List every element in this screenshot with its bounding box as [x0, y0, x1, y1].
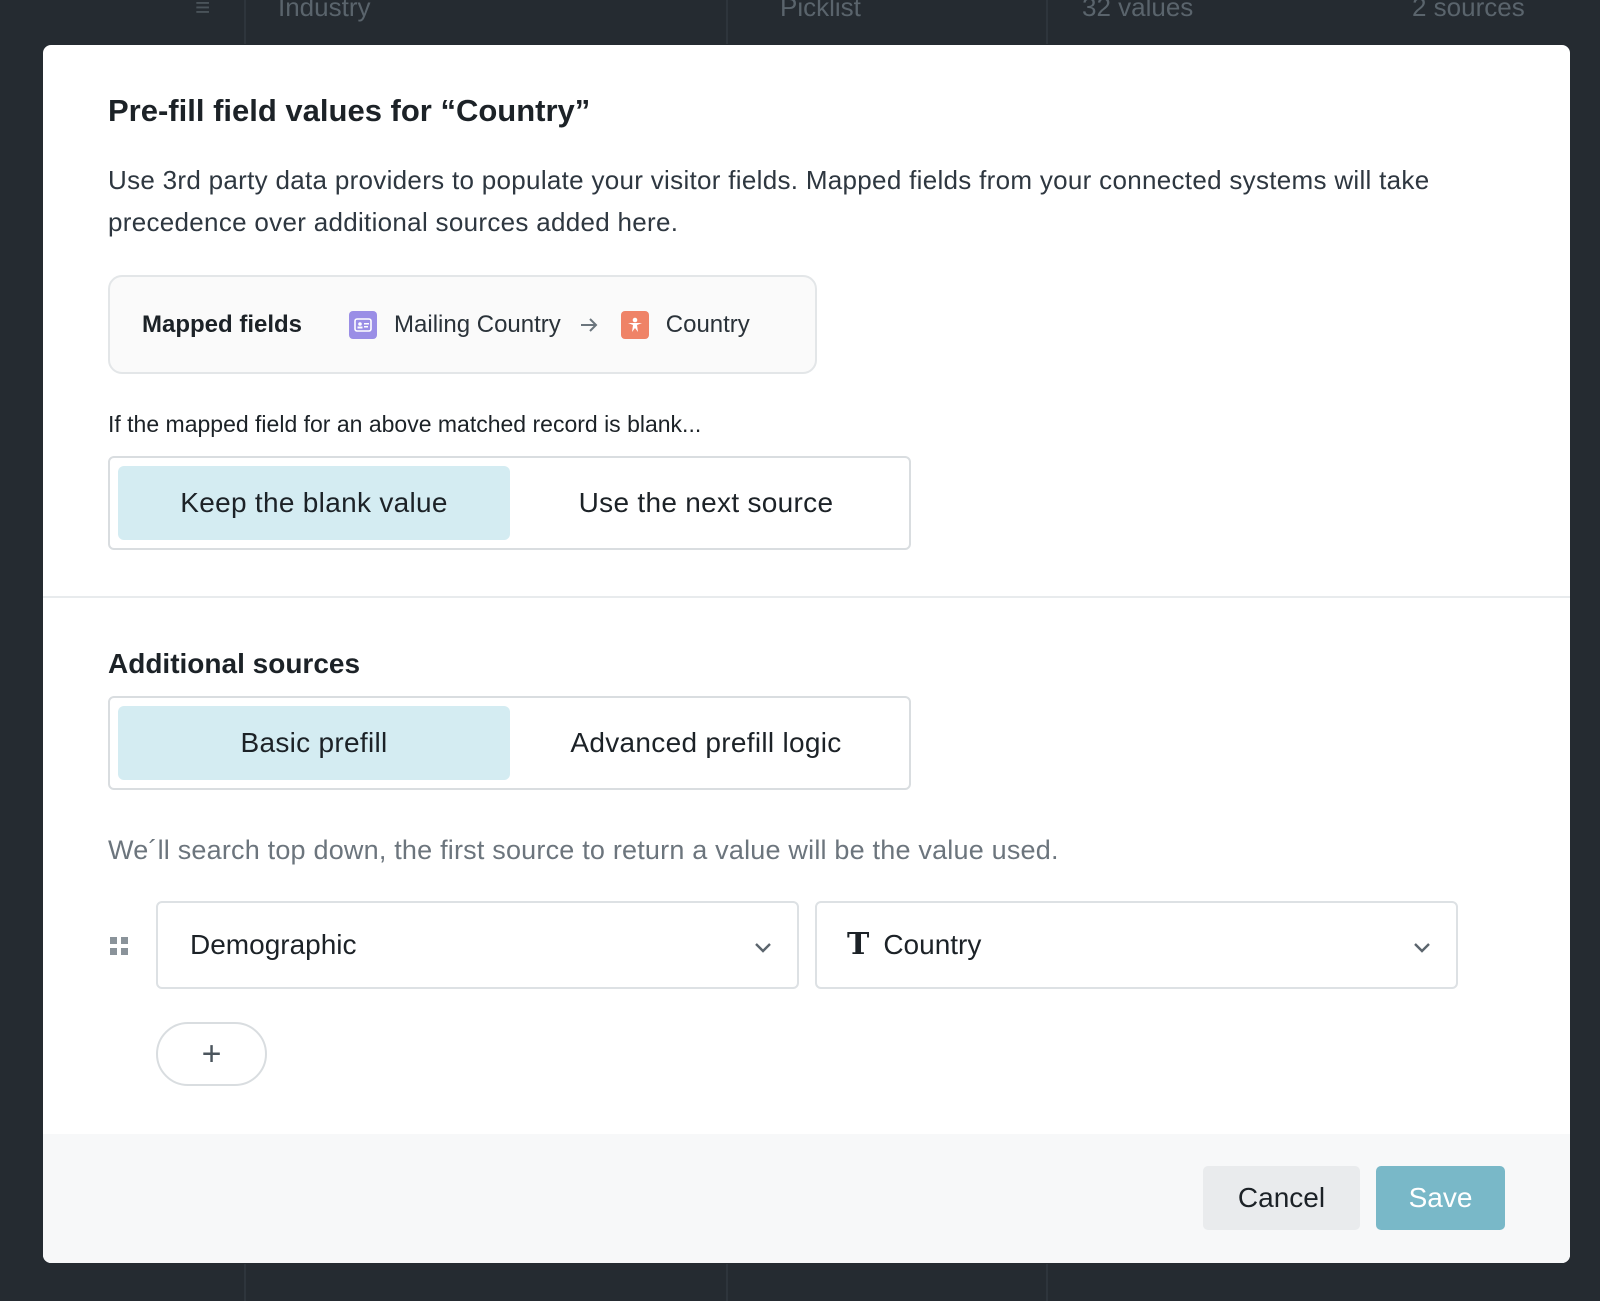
additional-sources-title: Additional sources: [108, 648, 361, 679]
save-button[interactable]: Save: [1376, 1166, 1505, 1230]
column-divider: [244, 1264, 246, 1301]
column-divider: [244, 0, 246, 44]
background-table-row: ≡ Industry Picklist 32 values 2 sources: [0, 0, 1600, 44]
column-divider: [1046, 0, 1048, 44]
modal-footer: Cancel Save: [43, 1134, 1570, 1263]
person-icon: [620, 310, 649, 339]
modal-description: Use 3rd party data providers to populate…: [108, 165, 1430, 237]
background-field-type: Picklist: [780, 0, 861, 22]
mapped-destination-field: Country: [665, 310, 750, 338]
use-next-source-option[interactable]: Use the next source: [510, 466, 902, 540]
menu-icon: ≡: [195, 0, 211, 22]
field-select[interactable]: T Country: [815, 901, 1458, 989]
basic-prefill-option[interactable]: Basic prefill: [118, 706, 510, 780]
keep-blank-value-option[interactable]: Keep the blank value: [118, 466, 510, 540]
background-table-row-bottom: [0, 1264, 1600, 1301]
drag-handle-icon[interactable]: [110, 937, 128, 955]
section-divider: [43, 596, 1570, 598]
modal-title: Pre-fill field values for “Country”: [108, 93, 591, 128]
field-select-value: Country: [883, 929, 982, 960]
advanced-prefill-option[interactable]: Advanced prefill logic: [510, 706, 902, 780]
column-divider: [726, 1264, 728, 1301]
blank-condition-label: If the mapped field for an above matched…: [108, 411, 702, 437]
add-source-button[interactable]: +: [156, 1022, 267, 1086]
chevron-down-icon: [1414, 943, 1430, 953]
mapped-section: Pre-fill field values for “Country” Use …: [43, 45, 1570, 597]
prefill-modal: Pre-fill field values for “Country” Use …: [43, 45, 1570, 1263]
contact-card-icon: [349, 310, 378, 339]
mapped-fields-label: Mapped fields: [142, 310, 303, 338]
provider-select-value: Demographic: [190, 929, 357, 960]
background-field-name: Industry: [278, 0, 371, 22]
column-divider: [1046, 1264, 1048, 1301]
blank-condition-toggle: Keep the blank value Use the next source: [108, 456, 911, 550]
mapped-fields-box: Mapped fields Mailing Country Country: [108, 275, 817, 374]
prefill-mode-toggle: Basic prefill Advanced prefill logic: [108, 696, 911, 790]
arrow-right-icon: [579, 317, 599, 333]
provider-select[interactable]: Demographic: [156, 901, 799, 989]
chevron-down-icon: [755, 943, 771, 953]
mapped-source-field: Mailing Country: [394, 310, 561, 338]
text-type-icon: T: [847, 927, 870, 962]
search-order-hint: We´ll search top down, the first source …: [108, 835, 1059, 865]
cancel-button[interactable]: Cancel: [1203, 1166, 1360, 1230]
background-field-values: 32 values: [1082, 0, 1194, 22]
column-divider: [726, 0, 728, 44]
background-field-sources: 2 sources: [1412, 0, 1525, 22]
